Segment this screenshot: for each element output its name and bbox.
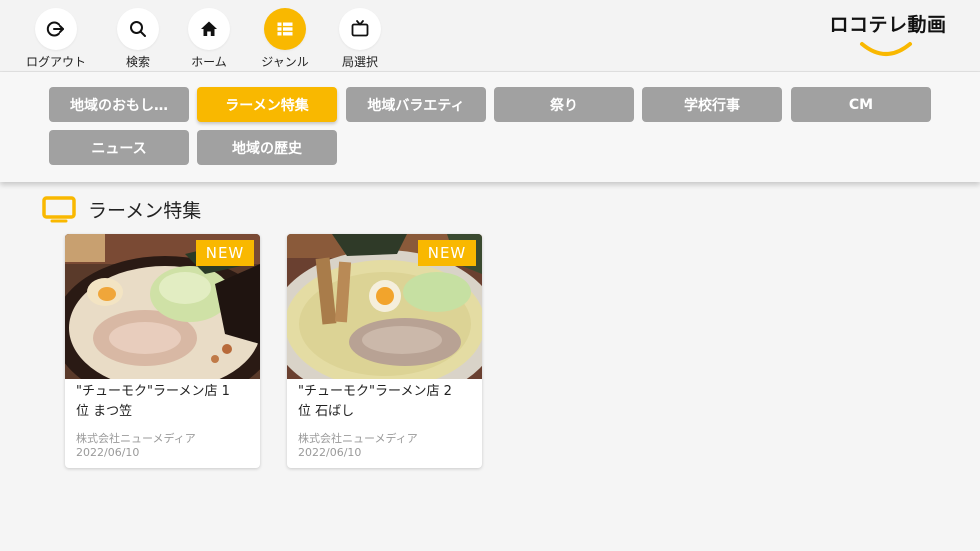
genre-button-school-events[interactable]: 学校行事 bbox=[642, 87, 782, 122]
nav-search-circle bbox=[117, 8, 159, 50]
nav-genre-button[interactable]: ジャンル bbox=[245, 8, 325, 70]
video-publisher: 株式会社ニューメディア bbox=[298, 432, 418, 445]
nav-home-label: ホーム bbox=[191, 55, 227, 69]
nav-home-circle bbox=[188, 8, 230, 50]
video-thumbnail: NEW bbox=[65, 234, 260, 379]
nav-genre-circle bbox=[264, 8, 306, 50]
video-title: "チューモク"ラーメン店 2 位 石ばし bbox=[298, 382, 474, 422]
video-title-line2: 位 まつ笠 bbox=[76, 404, 133, 419]
nav-station-button[interactable]: 局選択 bbox=[320, 8, 400, 70]
section-heading: ラーメン特集 bbox=[42, 194, 201, 224]
app-logo: ロコテレ動画 bbox=[826, 10, 950, 62]
genre-button-matsuri[interactable]: 祭り bbox=[494, 87, 634, 122]
logout-icon bbox=[46, 21, 64, 37]
nav-logout-circle bbox=[35, 8, 77, 50]
video-title: "チューモク"ラーメン店 1 位 まつ笠 bbox=[76, 382, 252, 422]
video-title-line1: "チューモク"ラーメン店 1 bbox=[76, 384, 230, 399]
logo-smile-icon bbox=[860, 42, 912, 56]
grid-list-icon bbox=[277, 22, 293, 36]
nav-station-label: 局選択 bbox=[341, 55, 378, 69]
video-title-line1: "チューモク"ラーメン店 2 bbox=[298, 384, 452, 399]
video-date: 2022/06/10 bbox=[298, 446, 362, 459]
video-card[interactable]: NEW "チューモク"ラーメン店 1 位 まつ笠 株式会社ニューメディア 202… bbox=[65, 234, 260, 468]
genre-button-ramen[interactable]: ラーメン特集 bbox=[197, 87, 337, 122]
genre-button-news[interactable]: ニュース bbox=[49, 130, 189, 165]
nav-logout-label: ログアウト bbox=[25, 55, 86, 69]
genre-button-chiiki-history[interactable]: 地域の歴史 bbox=[197, 130, 337, 165]
home-icon bbox=[201, 21, 217, 36]
top-navigation-bar: ログアウト 検索 ホーム ジャンル 局選択 ロコテレ動画 bbox=[0, 0, 980, 72]
nav-logout-button[interactable]: ログアウト bbox=[16, 8, 96, 70]
genre-selector-panel: 地域のおもし… ラーメン特集 地域バラエティ 祭り 学校行事 CM ニュース 地… bbox=[0, 72, 980, 182]
section-title: ラーメン特集 bbox=[88, 199, 202, 222]
tv-icon bbox=[351, 20, 369, 37]
nav-search-button[interactable]: 検索 bbox=[98, 8, 178, 70]
nav-search-label: 検索 bbox=[125, 55, 150, 69]
video-publisher: 株式会社ニューメディア bbox=[76, 432, 196, 445]
video-title-line2: 位 石ばし bbox=[298, 404, 355, 419]
app-logo-text: ロコテレ動画 bbox=[829, 14, 947, 36]
tv-icon bbox=[42, 196, 76, 223]
video-card[interactable]: NEW "チューモク"ラーメン店 2 位 石ばし 株式会社ニューメディア 202… bbox=[287, 234, 482, 468]
video-date: 2022/06/10 bbox=[76, 446, 140, 459]
search-icon bbox=[130, 21, 146, 37]
genre-button-chiiki-variety[interactable]: 地域バラエティ bbox=[346, 87, 486, 122]
nav-genre-label: ジャンル bbox=[261, 55, 309, 69]
genre-button-cm[interactable]: CM bbox=[791, 87, 931, 122]
nav-station-circle bbox=[339, 8, 381, 50]
new-badge: NEW bbox=[196, 240, 254, 266]
new-badge: NEW bbox=[418, 240, 476, 266]
nav-home-button[interactable]: ホーム bbox=[169, 8, 249, 70]
genre-button-chiiki-omoshiro[interactable]: 地域のおもし… bbox=[49, 87, 189, 122]
video-thumbnail: NEW bbox=[287, 234, 482, 379]
